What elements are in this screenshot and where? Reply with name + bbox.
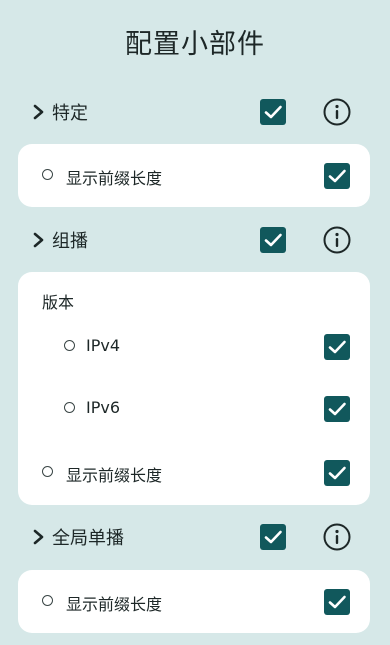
radio-circle-icon — [42, 466, 53, 477]
checkmark-icon — [328, 595, 346, 609]
section-label: 全局单播 — [52, 528, 124, 549]
option-checkbox[interactable] — [324, 460, 350, 486]
option-label: 显示前缀长度 — [66, 169, 163, 188]
option-checkbox[interactable] — [324, 589, 350, 615]
checkmark-icon — [328, 169, 346, 183]
option-label: 显示前缀长度 — [66, 466, 163, 485]
option-row[interactable]: 显示前缀长度 — [18, 453, 370, 493]
checkmark-icon — [328, 466, 346, 480]
group-title-version: 版本 — [42, 293, 75, 312]
radio-circle-icon — [42, 595, 53, 606]
section-checkbox[interactable] — [260, 524, 286, 550]
info-icon[interactable] — [322, 97, 352, 127]
section-checkbox[interactable] — [260, 99, 286, 125]
checkmark-icon — [328, 340, 346, 354]
checkmark-icon — [264, 105, 282, 119]
info-icon[interactable] — [322, 522, 352, 552]
chevron-right-icon — [33, 232, 44, 248]
chevron-right-icon — [33, 529, 44, 545]
section-header-multicast[interactable]: 组播 — [0, 215, 390, 265]
checkmark-icon — [264, 530, 282, 544]
option-checkbox[interactable] — [324, 163, 350, 189]
widget-config-screen: 配置小部件 特定 显示前缀长度 组播 版本 IPv4 IPv6 显示前缀长度 全… — [0, 0, 390, 645]
info-icon[interactable] — [322, 225, 352, 255]
section-header-global-unicast[interactable]: 全局单播 — [0, 512, 390, 562]
section-label: 组播 — [52, 231, 88, 252]
chevron-right-icon — [33, 104, 44, 120]
option-row-ipv6[interactable]: IPv6 — [18, 389, 370, 429]
option-row-ipv4[interactable]: IPv4 — [18, 327, 370, 367]
option-checkbox[interactable] — [324, 334, 350, 360]
options-card-specific: 显示前缀长度 — [18, 144, 370, 207]
options-card-multicast: 版本 IPv4 IPv6 显示前缀长度 — [18, 272, 370, 505]
option-label: IPv4 — [86, 336, 121, 355]
section-label: 特定 — [52, 103, 88, 124]
radio-circle-icon — [64, 340, 75, 351]
options-card-global-unicast: 显示前缀长度 — [18, 570, 370, 633]
radio-circle-icon — [42, 169, 53, 180]
radio-circle-icon — [64, 402, 75, 413]
option-label: IPv6 — [86, 398, 121, 417]
option-row[interactable]: 显示前缀长度 — [18, 582, 370, 622]
page-title: 配置小部件 — [125, 29, 265, 60]
option-row[interactable]: 显示前缀长度 — [18, 156, 370, 196]
checkmark-icon — [264, 233, 282, 247]
option-checkbox[interactable] — [324, 396, 350, 422]
section-header-specific[interactable]: 特定 — [0, 87, 390, 137]
option-label: 显示前缀长度 — [66, 595, 163, 614]
section-checkbox[interactable] — [260, 227, 286, 253]
checkmark-icon — [328, 402, 346, 416]
